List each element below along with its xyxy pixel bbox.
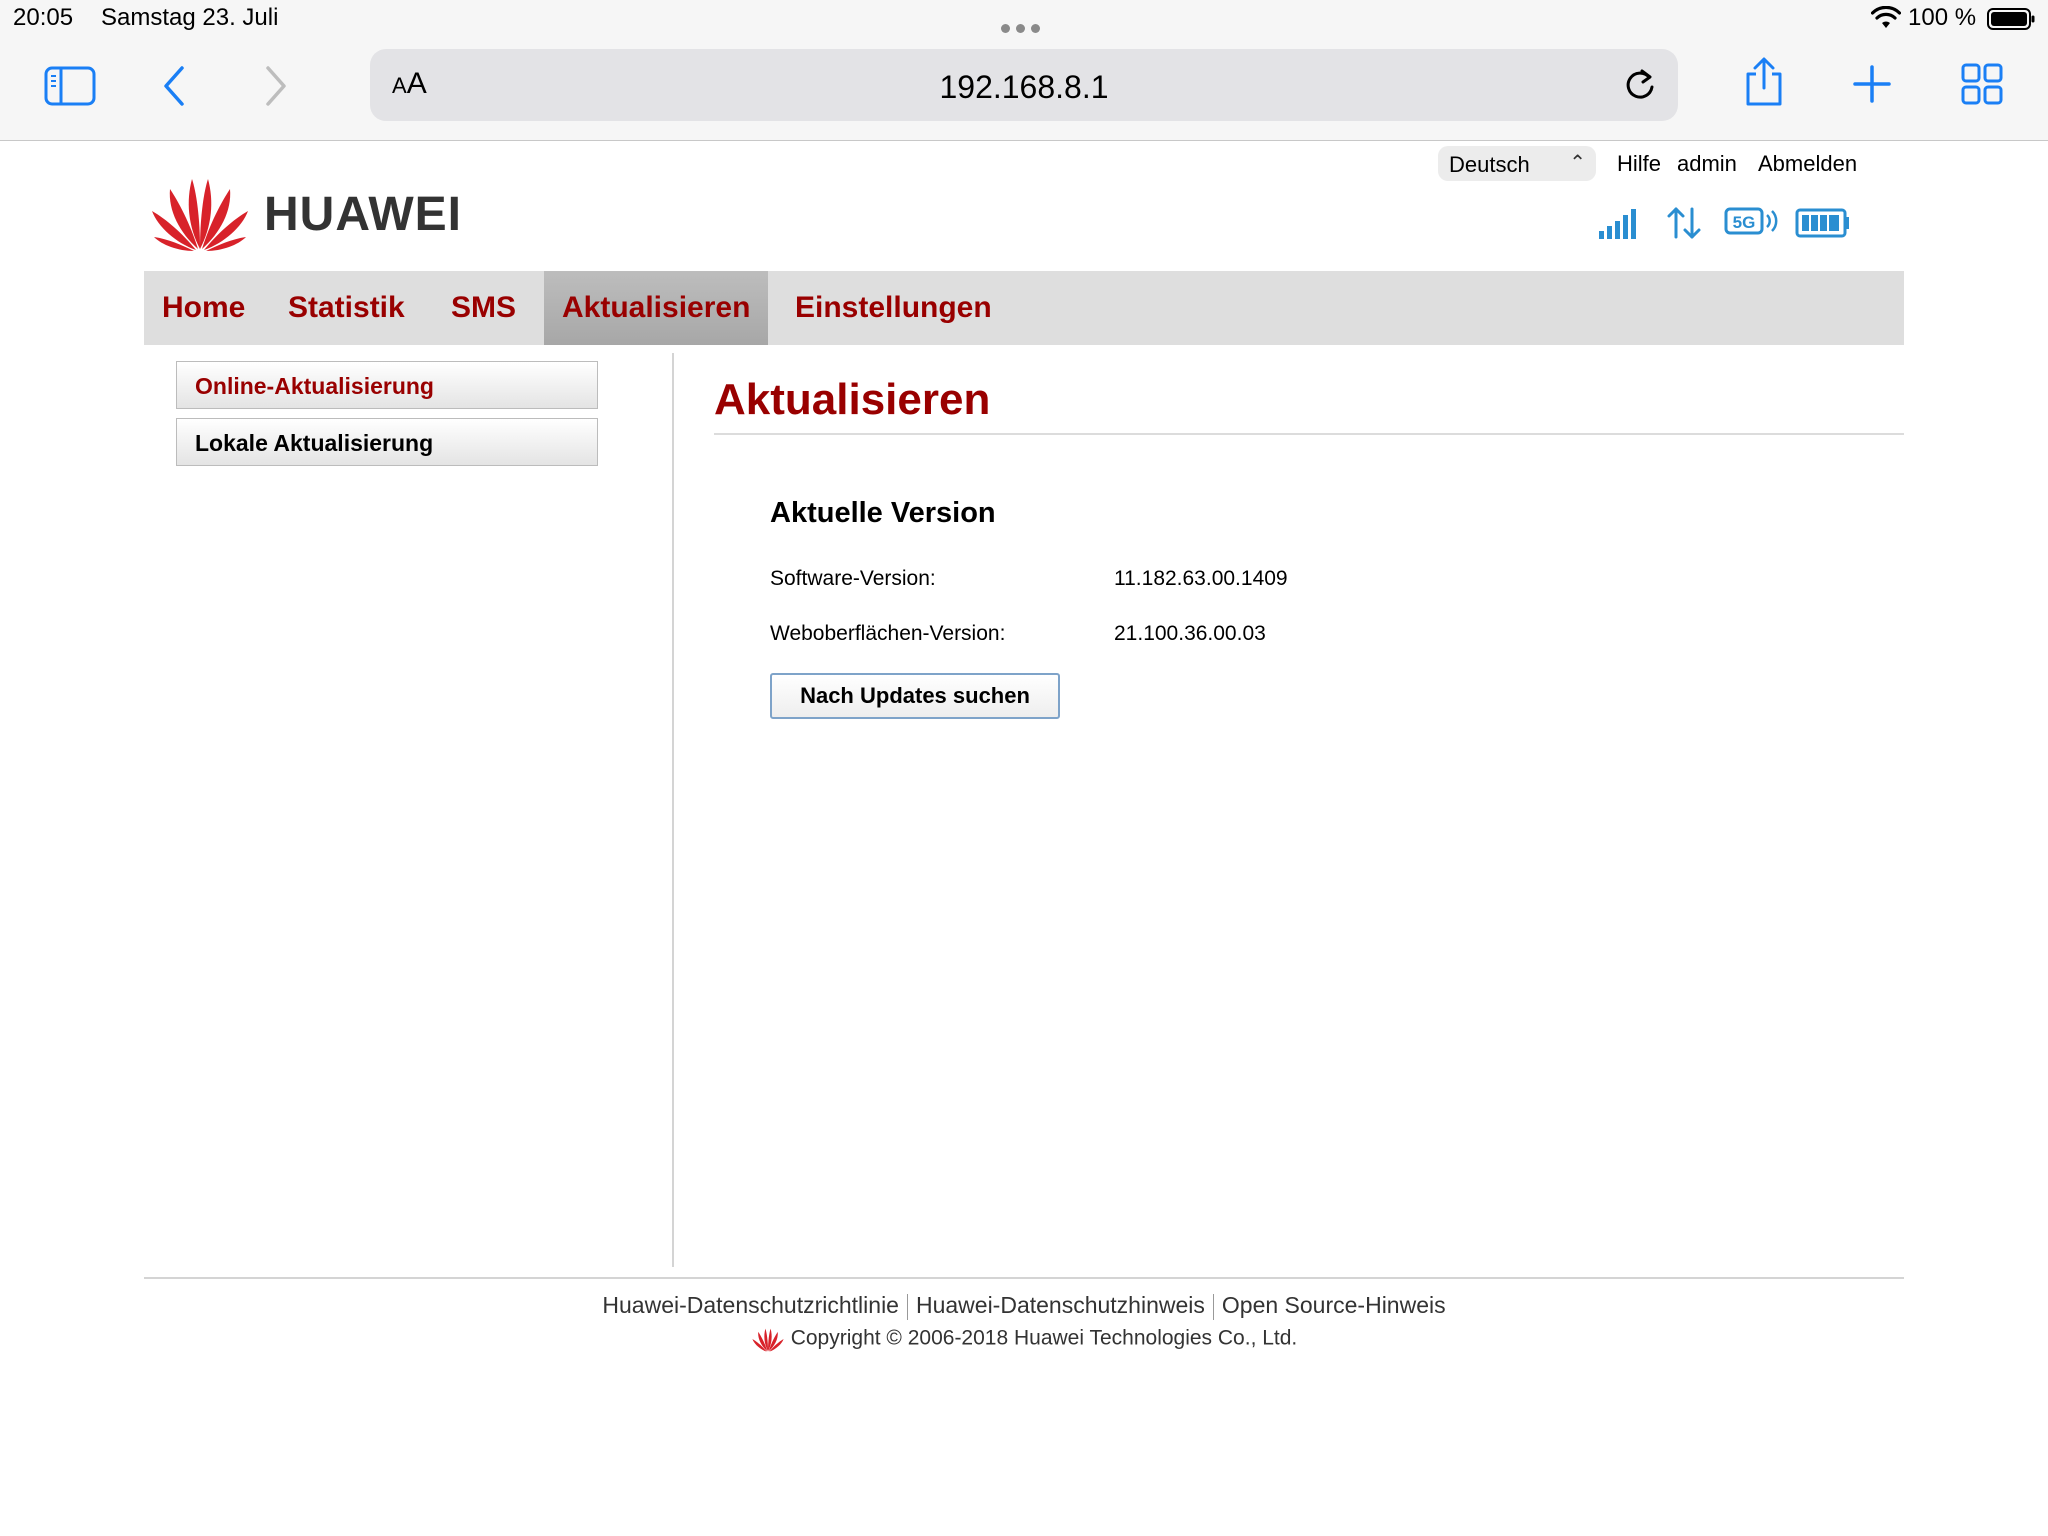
battery-icon — [1987, 8, 2035, 30]
copyright: Copyright © 2006-2018 Huawei Technologie… — [0, 1326, 2048, 1352]
share-icon[interactable] — [1742, 56, 1786, 108]
title-divider — [714, 433, 1904, 435]
ios-status-bar: 20:05 Samstag 23. Juli 100 % — [0, 0, 2048, 40]
nav-aktualisieren[interactable]: Aktualisieren — [544, 271, 769, 345]
multitasking-dots-icon[interactable] — [1001, 20, 1047, 33]
footer-separator — [1212, 1293, 1214, 1320]
software-version-label: Software-Version: — [770, 567, 936, 590]
open-source-link[interactable]: Open Source-Hinweis — [1222, 1292, 1446, 1318]
status-time: 20:05 — [13, 4, 74, 31]
footer-links: Huawei-Datenschutzrichtlinie Huawei-Daten… — [0, 1292, 2048, 1320]
address-bar[interactable]: AA 192.168.8.1 — [370, 49, 1678, 121]
webui-version-value: 21.100.36.00.03 — [1114, 622, 1266, 645]
svg-text:5G: 5G — [1733, 213, 1756, 232]
nav-statistik[interactable]: Statistik — [270, 271, 423, 345]
huawei-brand-text: HUAWEI — [264, 188, 462, 241]
content-divider — [672, 353, 674, 1267]
wifi-icon — [1871, 6, 1901, 28]
section-title: Aktuelle Version — [770, 497, 996, 529]
data-transfer-icon — [1667, 207, 1701, 239]
help-link[interactable]: Hilfe — [1617, 151, 1661, 177]
signal-strength-icon — [1599, 209, 1636, 239]
software-version-value: 11.182.63.00.1409 — [1114, 567, 1288, 590]
footer-divider — [144, 1277, 1904, 1279]
reload-icon[interactable] — [1622, 67, 1658, 103]
main-navigation: Home Statistik SMS Aktualisieren Einstel… — [144, 271, 1904, 345]
battery-full-icon — [1795, 208, 1849, 238]
sidebar-item-local-update[interactable]: Lokale Aktualisierung — [176, 418, 598, 466]
status-date: Samstag 23. Juli — [101, 4, 279, 31]
battery-percentage: 100 % — [1908, 4, 1977, 31]
privacy-notice-link[interactable]: Huawei-Datenschutzhinweis — [916, 1292, 1205, 1318]
footer-separator — [906, 1293, 908, 1320]
sidebar-toggle-icon[interactable] — [44, 64, 96, 108]
nav-einstellungen[interactable]: Einstellungen — [777, 271, 1010, 345]
user-label: admin — [1677, 151, 1737, 176]
select-chevron-icon: ⌃ — [1569, 152, 1586, 174]
browser-toolbar: AA 192.168.8.1 — [0, 40, 2048, 141]
sidebar-item-online-update[interactable]: Online-Aktualisierung — [176, 361, 598, 409]
logout-link[interactable]: Abmelden — [1758, 151, 1857, 177]
5g-network-icon: 5G — [1724, 207, 1778, 235]
router-web-page: HUAWEI Deutsch ⌃ Hilfe admin Abmelden 5G — [0, 141, 2048, 1536]
tab-overview-icon[interactable] — [1960, 62, 2004, 106]
nav-sms[interactable]: SMS — [433, 271, 534, 345]
new-tab-icon[interactable] — [1852, 64, 1892, 104]
copyright-text: Copyright © 2006-2018 Huawei Technologie… — [790, 1326, 1298, 1350]
webui-version-label: Weboberflächen-Version: — [770, 622, 1006, 645]
check-updates-button[interactable]: Nach Updates suchen — [770, 673, 1060, 719]
privacy-policy-link[interactable]: Huawei-Datenschutzrichtlinie — [602, 1292, 899, 1318]
huawei-flower-icon — [152, 179, 248, 251]
language-select[interactable]: Deutsch ⌃ — [1438, 146, 1596, 181]
huawei-small-logo-icon — [752, 1328, 784, 1352]
page-title: Aktualisieren — [714, 375, 991, 424]
forward-arrow-icon[interactable] — [260, 64, 290, 108]
nav-home[interactable]: Home — [144, 271, 263, 345]
url-text[interactable]: 192.168.8.1 — [370, 69, 1678, 106]
back-arrow-icon[interactable] — [160, 64, 190, 108]
